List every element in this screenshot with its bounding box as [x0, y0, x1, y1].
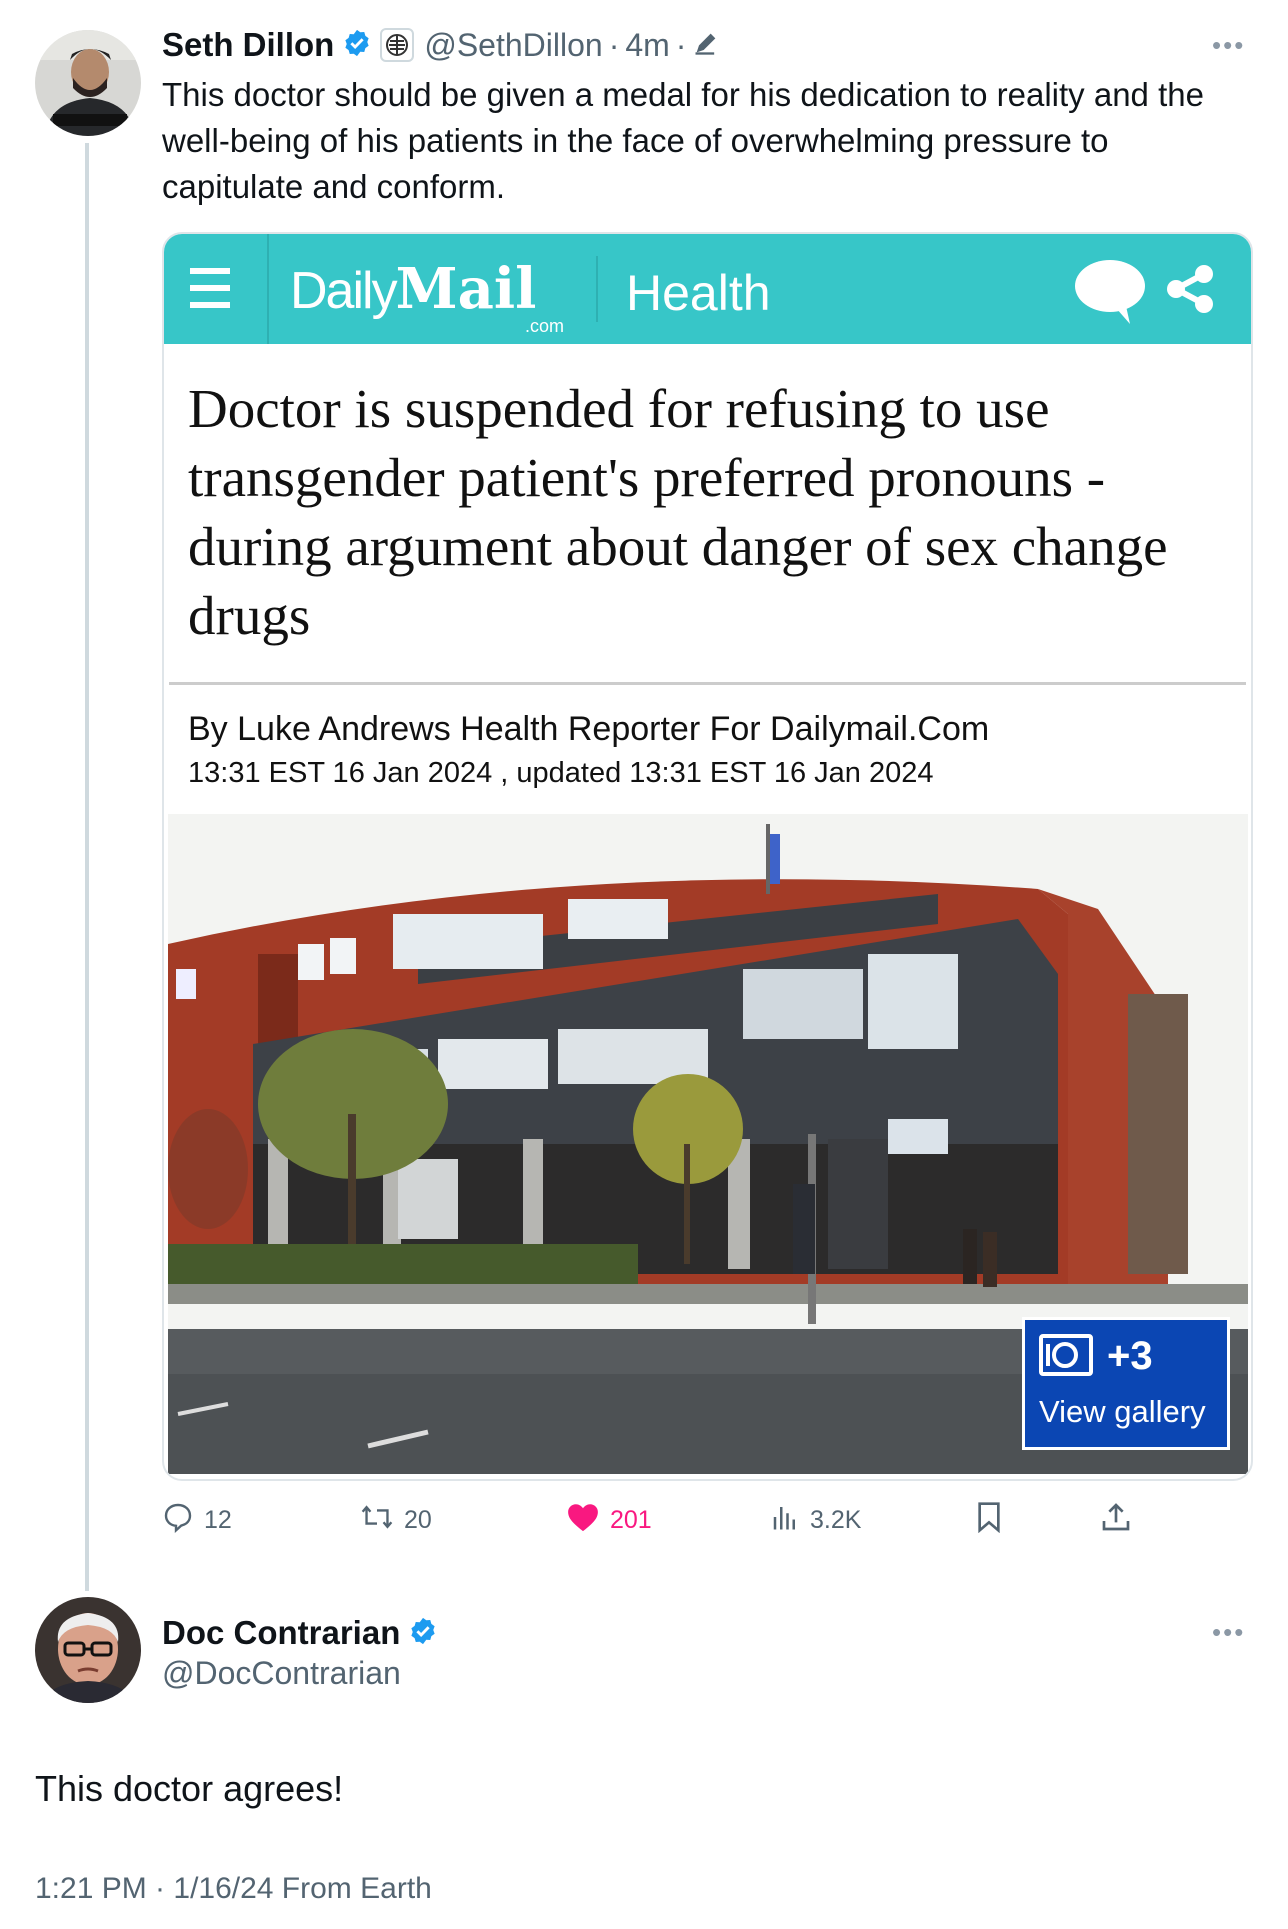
- bookmark-button[interactable]: [975, 1500, 1003, 1540]
- tweet-time[interactable]: 4m: [625, 27, 669, 64]
- views-button[interactable]: 3.2K: [770, 1500, 861, 1540]
- share-icon[interactable]: [1164, 262, 1218, 321]
- repost-icon: [360, 1501, 394, 1540]
- verified-badge-icon: [342, 28, 372, 63]
- repost-count: 20: [404, 1505, 432, 1534]
- reply-count: 12: [204, 1505, 232, 1534]
- like-heart-icon: [566, 1501, 600, 1540]
- logo-com: .com: [525, 316, 565, 336]
- author-handle[interactable]: @SethDillon: [424, 27, 602, 64]
- dot-separator: ·: [675, 26, 687, 63]
- share-upload-icon: [1100, 1501, 1132, 1540]
- more-icon[interactable]: •••: [1212, 30, 1245, 61]
- header-divider: [267, 234, 269, 344]
- reply-button[interactable]: 12: [162, 1500, 232, 1540]
- tweet2-author-line: Doc Contrarian: [162, 1610, 438, 1656]
- views-count: 3.2K: [810, 1505, 862, 1534]
- tweet-timestamp[interactable]: 1:21 PM · 1/16/24 From Earth: [35, 1872, 432, 1906]
- avatar-doc-contrarian[interactable]: [35, 1597, 141, 1703]
- dot-separator: ·: [608, 26, 620, 63]
- author-name[interactable]: Seth Dillon: [162, 26, 334, 64]
- thread-connector-line: [85, 143, 89, 1591]
- edit-pencil-icon: [692, 29, 720, 62]
- author-name[interactable]: Doc Contrarian: [162, 1614, 400, 1652]
- section-label[interactable]: Health: [626, 264, 771, 322]
- verified-badge-icon: [408, 1616, 438, 1651]
- author-handle[interactable]: @DocContrarian: [162, 1655, 401, 1692]
- tweet2-text: This doctor agrees!: [35, 1768, 344, 1809]
- article-dateline: 13:31 EST 16 Jan 2024 , updated 13:31 ES…: [188, 757, 934, 789]
- more-icon[interactable]: •••: [1212, 1617, 1245, 1648]
- share-button[interactable]: [1100, 1500, 1132, 1540]
- article-byline: By Luke Andrews Health Reporter For Dail…: [188, 710, 990, 748]
- dailymail-header: DailyMail .com Health: [164, 234, 1251, 344]
- camera-icon: [1039, 1334, 1093, 1376]
- views-icon: [770, 1502, 800, 1539]
- article-headline[interactable]: Doctor is suspended for refusing to use …: [188, 374, 1228, 650]
- headline-divider: [169, 682, 1246, 685]
- menu-icon[interactable]: [190, 268, 230, 310]
- logo-daily: Daily: [290, 262, 398, 320]
- logo-mail: Mail: [395, 256, 537, 322]
- gallery-label: View gallery: [1039, 1394, 1206, 1429]
- avatar-seth-dillon[interactable]: [35, 30, 141, 136]
- affiliate-badge-icon[interactable]: [380, 28, 415, 62]
- like-count: 201: [610, 1505, 652, 1534]
- repost-button[interactable]: 20: [360, 1500, 432, 1540]
- tweet1-text: This doctor should be given a medal for …: [162, 76, 1204, 205]
- header-divider-2: [596, 256, 598, 322]
- article-card[interactable]: DailyMail .com Health Doctor is suspende…: [162, 232, 1253, 1481]
- dailymail-logo[interactable]: DailyMail .com: [290, 256, 564, 336]
- gallery-count: +3: [1107, 1334, 1153, 1378]
- like-button[interactable]: 201: [566, 1500, 652, 1540]
- reply-icon: [162, 1501, 194, 1540]
- bookmark-icon: [975, 1501, 1003, 1540]
- view-gallery-button[interactable]: +3 View gallery: [1022, 1317, 1230, 1450]
- comment-bubble-icon[interactable]: [1072, 256, 1148, 331]
- tweet1-author-line: Seth Dillon @SethDillon · 4m ·: [162, 22, 720, 68]
